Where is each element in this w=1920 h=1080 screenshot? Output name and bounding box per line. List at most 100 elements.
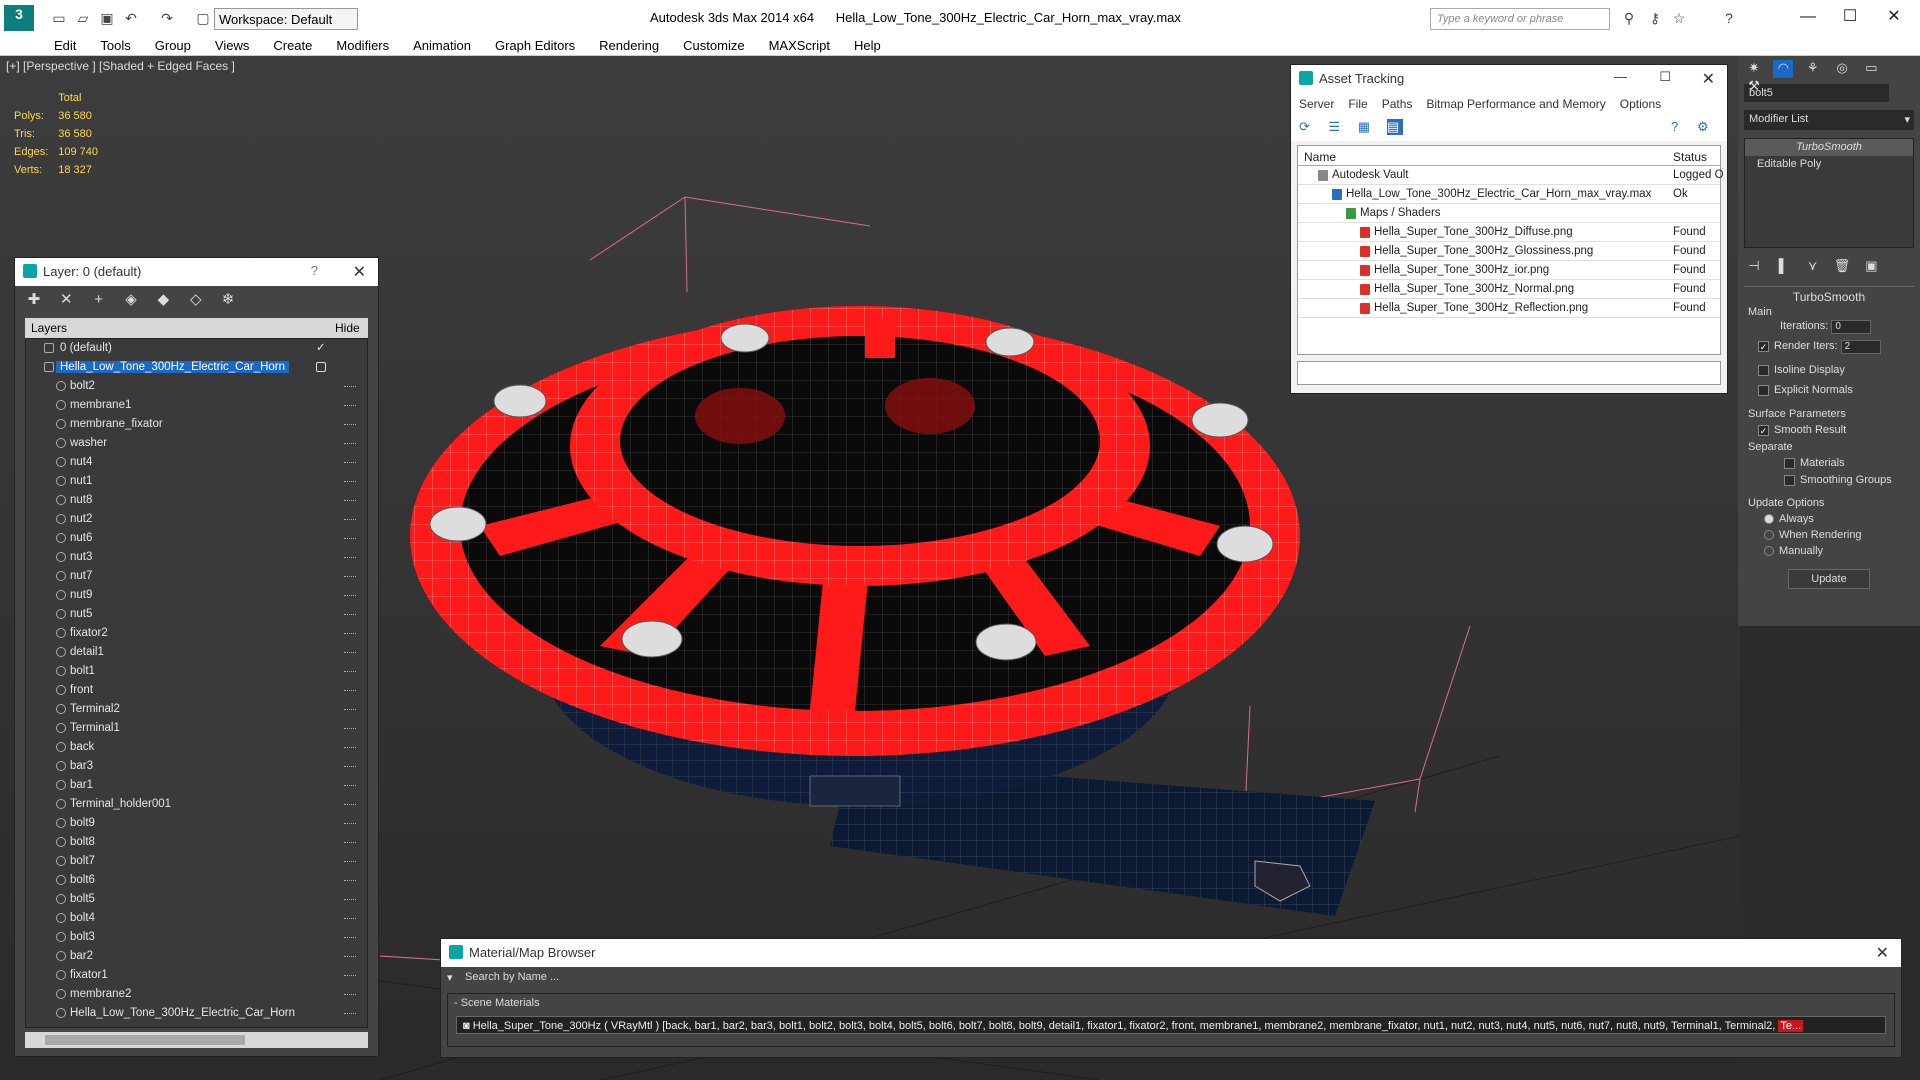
- layer-object-row[interactable]: nut9: [26, 586, 367, 605]
- app-logo-icon[interactable]: 3: [4, 5, 34, 31]
- hide-toggle[interactable]: [344, 614, 356, 616]
- hide-toggle[interactable]: [344, 994, 356, 996]
- open-file-icon[interactable]: ▱: [74, 9, 92, 27]
- hide-toggle[interactable]: [344, 975, 356, 977]
- layer-object-row[interactable]: nut1: [26, 472, 367, 491]
- hide-toggle[interactable]: [344, 652, 356, 654]
- layer-object-row[interactable]: nut3: [26, 548, 367, 567]
- asset-row[interactable]: Maps / Shaders: [1298, 204, 1720, 223]
- layer-object-row[interactable]: bar1: [26, 776, 367, 795]
- configure-sets-icon[interactable]: ▣: [1861, 258, 1881, 276]
- freeze-all-layers-icon[interactable]: ❄: [219, 290, 237, 308]
- project-folder-icon[interactable]: ▢: [194, 9, 212, 27]
- asset-menu-item[interactable]: Options: [1620, 97, 1661, 111]
- menu-item[interactable]: Animation: [413, 36, 471, 55]
- manually-radio[interactable]: [1764, 546, 1774, 557]
- scene-materials-label[interactable]: - Scene Materials: [448, 994, 1894, 1012]
- layer-object-row[interactable]: bolt8: [26, 833, 367, 852]
- layer-object-row[interactable]: Terminal1: [26, 719, 367, 738]
- hide-toggle[interactable]: [344, 785, 356, 787]
- rollout-title[interactable]: TurboSmooth: [1744, 286, 1914, 304]
- layer-object-row[interactable]: bolt1: [26, 662, 367, 681]
- menu-item[interactable]: Customize: [683, 36, 744, 55]
- minimize-button[interactable]: —: [1788, 4, 1828, 30]
- hide-toggle[interactable]: [344, 500, 356, 502]
- hide-toggle[interactable]: [344, 443, 356, 445]
- layer-object-row[interactable]: bolt7: [26, 852, 367, 871]
- key-icon[interactable]: ⚷: [1646, 9, 1664, 27]
- layer-object-row[interactable]: bolt6: [26, 871, 367, 890]
- layer-object-row[interactable]: bolt4: [26, 909, 367, 928]
- pin-stack-icon[interactable]: ⊣: [1744, 258, 1764, 276]
- horizontal-scrollbar[interactable]: [25, 1032, 368, 1048]
- hide-toggle[interactable]: [344, 557, 356, 559]
- menu-item[interactable]: Create: [273, 36, 312, 55]
- asset-menu-item[interactable]: File: [1348, 97, 1367, 111]
- hide-all-layers-icon[interactable]: ◇: [187, 290, 205, 308]
- materials-checkbox[interactable]: [1784, 457, 1795, 469]
- object-name-field[interactable]: bolt5: [1744, 84, 1889, 102]
- layer-panel-header[interactable]: Layer: 0 (default) ? ✕: [15, 258, 378, 286]
- explicit-normals-checkbox[interactable]: [1758, 384, 1769, 396]
- col-layers[interactable]: Layers: [31, 321, 67, 335]
- refresh-icon[interactable]: ⟳: [1299, 119, 1315, 135]
- menu-item[interactable]: MAXScript: [769, 36, 830, 55]
- material-search-input[interactable]: ▾ Search by Name ...: [441, 967, 1901, 987]
- hide-toggle[interactable]: [344, 861, 356, 863]
- asset-row[interactable]: Hella_Super_Tone_300Hz_Glossiness.png Fou…: [1298, 242, 1720, 261]
- highlight-layer-icon[interactable]: ◆: [154, 290, 172, 308]
- layer-object-row[interactable]: bolt3: [26, 928, 367, 947]
- material-entry[interactable]: ◙ Hella_Super_Tone_300Hz ( VRayMtl ) [ba…: [456, 1016, 1886, 1034]
- menu-item[interactable]: Group: [155, 36, 191, 55]
- asset-row[interactable]: Hella_Low_Tone_300Hz_Electric_Car_Horn_m…: [1298, 185, 1720, 204]
- layer-object-row[interactable]: Terminal2: [26, 700, 367, 719]
- hide-toggle[interactable]: [344, 880, 356, 882]
- make-unique-icon[interactable]: ⋎: [1803, 258, 1823, 276]
- keyword-search-input[interactable]: Type a keyword or phrase: [1430, 8, 1610, 30]
- save-icon[interactable]: ▣: [98, 9, 116, 27]
- layer-object-row[interactable]: bolt9: [26, 814, 367, 833]
- hide-toggle[interactable]: [344, 519, 356, 521]
- hide-toggle[interactable]: [344, 804, 356, 806]
- material-browser-header[interactable]: Material/Map Browser ✕: [441, 939, 1901, 967]
- always-radio[interactable]: [1764, 514, 1774, 525]
- asset-menu-item[interactable]: Server: [1299, 97, 1334, 111]
- hide-toggle[interactable]: [344, 462, 356, 464]
- col-name[interactable]: Name: [1304, 150, 1336, 164]
- binoculars-icon[interactable]: ⚲: [1620, 9, 1638, 27]
- hide-toggle[interactable]: [344, 766, 356, 768]
- hide-toggle[interactable]: [344, 386, 356, 388]
- asset-row[interactable]: Hella_Super_Tone_300Hz_Normal.png Found: [1298, 280, 1720, 299]
- menu-item[interactable]: Tools: [100, 36, 130, 55]
- minimize-icon[interactable]: —: [1614, 69, 1627, 84]
- when-rendering-radio[interactable]: [1764, 530, 1774, 541]
- hide-toggle[interactable]: [344, 747, 356, 749]
- hierarchy-tab-icon[interactable]: ⚘: [1803, 60, 1823, 78]
- layer-row-horn[interactable]: Hella_Low_Tone_300Hz_Electric_Car_Horn: [26, 358, 367, 377]
- new-file-icon[interactable]: ▭: [50, 9, 68, 27]
- asset-path-field[interactable]: [1297, 361, 1721, 385]
- modifier-list-dropdown[interactable]: Modifier List ▾: [1744, 110, 1914, 130]
- iterations-spinner[interactable]: 0: [1831, 320, 1872, 334]
- asset-row[interactable]: Hella_Super_Tone_300Hz_Diffuse.png Found: [1298, 223, 1720, 242]
- hide-toggle[interactable]: [344, 728, 356, 730]
- favorites-star-icon[interactable]: ☆: [1670, 9, 1688, 27]
- layer-object-row[interactable]: detail1: [26, 643, 367, 662]
- modify-tab-icon[interactable]: ◠: [1773, 60, 1794, 78]
- layer-object-row[interactable]: membrane_fixator: [26, 415, 367, 434]
- layer-object-row[interactable]: fixator2: [26, 624, 367, 643]
- layer-object-row[interactable]: nut4: [26, 453, 367, 472]
- layer-row-default[interactable]: 0 (default) ✓: [26, 339, 367, 358]
- col-hide[interactable]: Hide: [335, 321, 360, 335]
- motion-tab-icon[interactable]: ◎: [1832, 60, 1852, 78]
- asset-row[interactable]: Autodesk Vault Logged O: [1298, 166, 1724, 185]
- select-objects-icon[interactable]: ◈: [122, 290, 140, 308]
- layer-object-row[interactable]: washer: [26, 434, 367, 453]
- help-icon[interactable]: ?: [1720, 9, 1738, 27]
- hide-toggle-icon[interactable]: [316, 362, 326, 372]
- thumbnail-view-icon[interactable]: ▦: [1358, 119, 1374, 135]
- hide-toggle[interactable]: [344, 481, 356, 483]
- close-window-button[interactable]: ✕: [1874, 4, 1914, 30]
- asset-tracking-header[interactable]: Asset Tracking — ☐ ✕: [1291, 65, 1727, 93]
- close-icon[interactable]: ✕: [353, 262, 366, 282]
